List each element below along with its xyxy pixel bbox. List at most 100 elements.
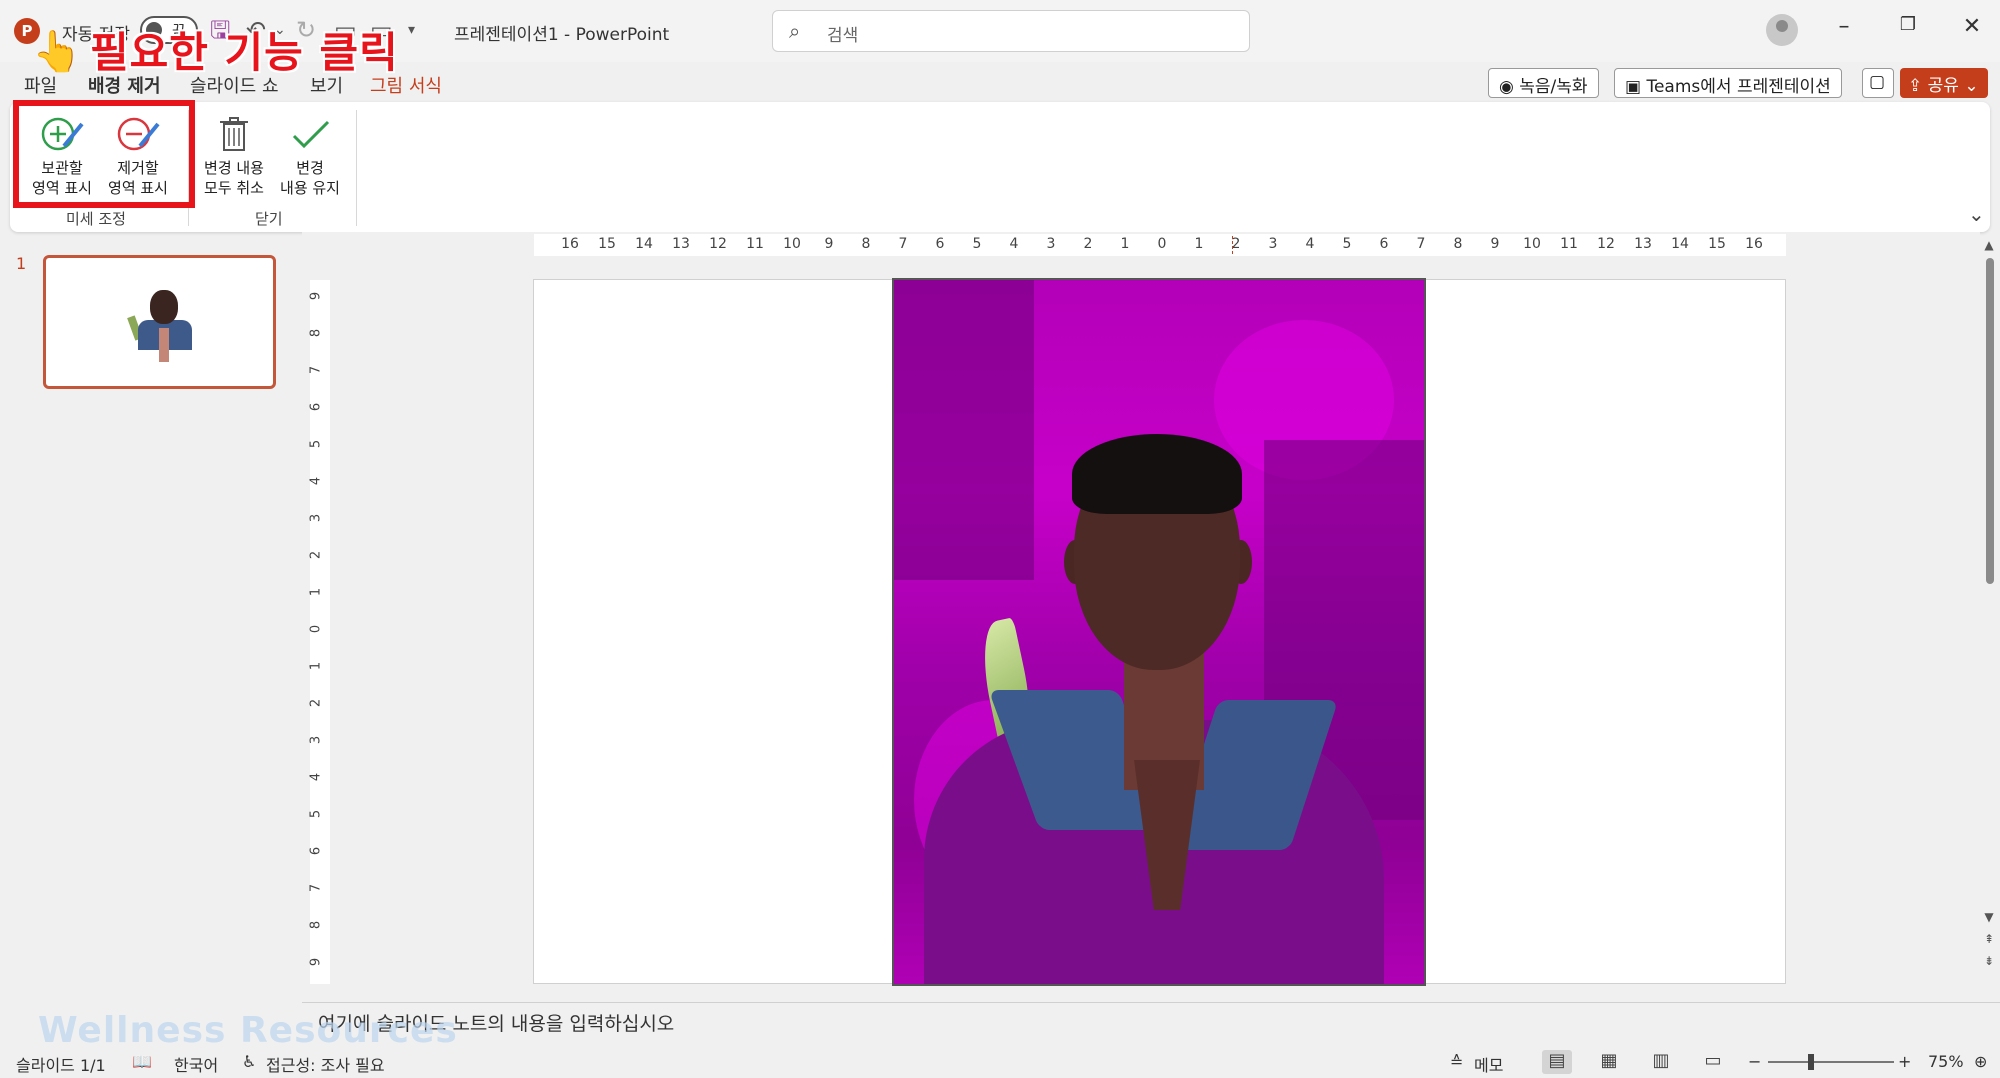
ruler-tick-label: 4 (1305, 236, 1315, 252)
mask-region (894, 280, 1034, 580)
ruler-tick-label: 6 (308, 846, 324, 856)
ruler-tick-label: 2 (1083, 236, 1093, 252)
group-label-close: 닫기 (255, 210, 283, 228)
ruler-tick-label: 2 (308, 698, 324, 708)
ruler-cursor-marker (1232, 236, 1233, 254)
reading-view-icon[interactable]: ▥ (1646, 1050, 1676, 1074)
ruler-tick-label: 11 (1560, 236, 1578, 252)
zoom-level[interactable]: 75% (1928, 1052, 1964, 1071)
account-avatar[interactable] (1766, 14, 1798, 46)
ruler-tick-label: 8 (308, 328, 324, 338)
ruler-tick-label: 5 (1342, 236, 1352, 252)
ruler-tick-label: 1 (308, 661, 324, 671)
teams-icon: ▣ (1625, 77, 1642, 97)
ruler-tick-label: 4 (308, 772, 324, 782)
teams-present-button[interactable]: ▣ Teams에서 프레젠테이션 (1614, 68, 1842, 98)
document-title: 프레젠테이션1 - PowerPoint (454, 25, 670, 45)
ruler-tick-label: 10 (1523, 236, 1541, 252)
fit-slide-icon[interactable]: ⊕ (1974, 1052, 1987, 1071)
collapse-ribbon-icon[interactable]: ⌄ (1968, 202, 1985, 226)
ruler-tick-label: 0 (308, 624, 324, 634)
notes-toggle-button[interactable]: 메모 (1474, 1052, 1503, 1076)
horizontal-ruler: 16 15 14 13 12 11 10 9 8 7 6 5 4 3 2 1 0 1 2 3 4 5 6 7 8 9 10 11 12 1… (534, 234, 1786, 256)
ruler-tick-label: 11 (746, 236, 764, 252)
ruler-tick-label: 12 (1597, 236, 1615, 252)
previous-slide-icon[interactable]: ⇞ (1982, 932, 1996, 946)
slide-sorter-icon[interactable]: ▦ (1594, 1050, 1624, 1074)
ruler-tick-label: 0 (1157, 236, 1167, 252)
language-indicator[interactable]: 한국어 (174, 1052, 218, 1076)
scroll-down-icon[interactable]: ▼ (1982, 910, 1996, 924)
minimize-icon[interactable]: – (1824, 14, 1864, 39)
ruler-tick-label: 4 (308, 476, 324, 486)
scrollbar-thumb[interactable] (1986, 258, 1994, 584)
pointing-hand-icon: 👆 (32, 29, 82, 75)
status-bar: 슬라이드 1/1 📖 한국어 ♿ 접근성: 조사 필요 ≙ 메모 ▤ ▦ ▥ ▭… (0, 1046, 2000, 1078)
background-removal-picture[interactable] (892, 278, 1426, 986)
comment-icon: ▢ (1869, 72, 1886, 92)
ruler-tick-label: 6 (308, 402, 324, 412)
spelling-icon[interactable]: 📖 (132, 1052, 152, 1071)
ruler-tick-label: 14 (1671, 236, 1689, 252)
zoom-in-icon[interactable]: + (1898, 1052, 1911, 1071)
next-slide-icon[interactable]: ⇟ (1982, 954, 1996, 968)
group-separator (356, 110, 357, 226)
ruler-tick-label: 13 (672, 236, 690, 252)
comments-button[interactable]: ▢ (1862, 68, 1894, 98)
zoom-slider-thumb[interactable] (1808, 1054, 1814, 1070)
zoom-slider[interactable] (1768, 1061, 1894, 1063)
slide-number: 1 (16, 254, 27, 273)
search-icon: ⌕ (789, 19, 801, 43)
discard-all-icon (220, 117, 248, 151)
watermark: Wellness Resources (38, 1010, 458, 1051)
ruler-tick-label: 9 (1490, 236, 1500, 252)
ruler-tick-label: 13 (1634, 236, 1652, 252)
ruler-tick-label: 1 (308, 587, 324, 597)
customize-qat-icon[interactable]: ▾ (408, 16, 415, 44)
slide-thumbnail[interactable] (43, 255, 276, 389)
search-box[interactable]: ⌕ 검색 (772, 10, 1250, 52)
ruler-tick-label: 3 (308, 735, 324, 745)
ruler-tick-label: 5 (308, 439, 324, 449)
restore-icon[interactable]: ❐ (1888, 14, 1928, 35)
ruler-tick-label: 12 (709, 236, 727, 252)
ruler-tick-label: 3 (1046, 236, 1056, 252)
ruler-tick-label: 8 (1453, 236, 1463, 252)
record-label: 녹음/녹화 (1519, 77, 1588, 97)
zoom-out-icon[interactable]: − (1748, 1052, 1761, 1071)
keep-changes-icon (292, 120, 330, 149)
discard-all-label: 변경 내용 모두 취소 (204, 159, 264, 197)
ruler-tick-label: 5 (308, 809, 324, 819)
ruler-tick-label: 15 (598, 236, 616, 252)
slide-counter: 슬라이드 1/1 (16, 1056, 106, 1075)
ruler-tick-label: 7 (308, 883, 324, 893)
ruler-tick-label: 9 (824, 236, 834, 252)
scroll-up-icon[interactable]: ▲ (1982, 238, 1996, 252)
record-button[interactable]: ◉ 녹음/녹화 (1488, 68, 1599, 98)
ruler-tick-label: 10 (783, 236, 801, 252)
share-button[interactable]: ⇪ 공유 ⌄ (1900, 68, 1988, 98)
thumbnail-figure-head (150, 290, 178, 324)
keep-changes-button[interactable]: 변경 내용 유지 (272, 110, 348, 198)
group-label-refine: 미세 조정 (66, 210, 126, 228)
keep-changes-label: 변경 내용 유지 (280, 159, 340, 197)
ruler-tick-label: 14 (635, 236, 653, 252)
share-icon: ⇪ (1908, 76, 1923, 96)
normal-view-icon[interactable]: ▤ (1542, 1050, 1572, 1074)
vertical-scrollbar[interactable]: ▲ ▼ ⇞ ⇟ (1982, 238, 1996, 978)
notes-pane[interactable]: 여기에 슬라이드 노트의 내용을 입력하십시오 (302, 1002, 2000, 1046)
search-placeholder: 검색 (827, 26, 859, 46)
close-icon[interactable]: ✕ (1952, 14, 1992, 39)
slideshow-view-icon[interactable]: ▭ (1698, 1050, 1728, 1074)
vertical-ruler: 9 8 7 6 5 4 3 2 1 0 1 2 3 4 5 6 7 8 9 (308, 280, 330, 984)
annotation-text: 필요한 기능 클릭 (90, 28, 399, 77)
ruler-tick-label: 7 (898, 236, 908, 252)
accessibility-status[interactable]: 접근성: 조사 필요 (266, 1052, 385, 1076)
record-icon: ◉ (1499, 77, 1514, 97)
share-label: 공유 (1927, 76, 1959, 96)
tab-file[interactable]: 파일 (24, 72, 57, 98)
discard-all-changes-button[interactable]: 변경 내용 모두 취소 (196, 110, 272, 198)
ruler-tick-label: 9 (308, 291, 324, 301)
share-dropdown-icon: ⌄ (1964, 76, 1979, 96)
ruler-tick-label: 16 (1745, 236, 1763, 252)
